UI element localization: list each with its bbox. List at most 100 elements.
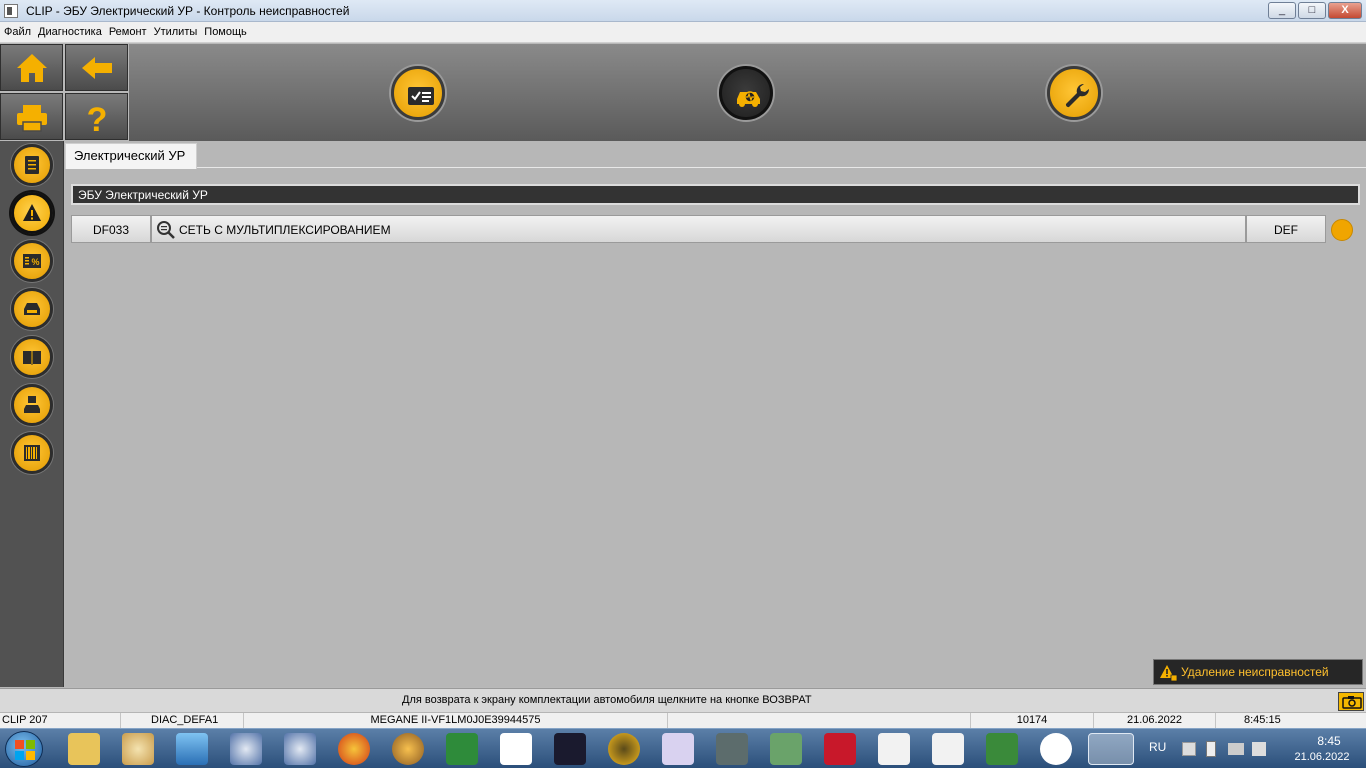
clock-time[interactable]: 8:45 (1303, 734, 1355, 748)
lightning-icon[interactable] (500, 733, 532, 765)
title-bar: CLIP - ЭБУ Электрический УР - Контроль н… (0, 0, 1366, 22)
close-button[interactable]: X (1328, 2, 1362, 19)
wrench-icon (1065, 83, 1090, 108)
svg-text:?: ? (87, 101, 108, 134)
sidebar-documentation-button[interactable] (11, 336, 53, 378)
taskbar: RU 8:45 21.06.2022 (0, 728, 1366, 768)
language-indicator[interactable]: RU (1149, 740, 1166, 754)
sidebar-save-vehicle-button[interactable] (11, 384, 53, 426)
checklist-button[interactable] (391, 66, 445, 120)
diagnostic-tool-icon[interactable] (230, 733, 262, 765)
no-entry-icon[interactable] (338, 733, 370, 765)
clear-faults-button[interactable]: Удаление неисправностей (1153, 659, 1363, 685)
help-button[interactable]: ? (65, 93, 128, 140)
sidebar: % (0, 141, 64, 687)
paint-icon[interactable] (122, 733, 154, 765)
status-time: 8:45:15 (1244, 714, 1281, 726)
mitsubishi-icon-2[interactable] (932, 733, 964, 765)
signal-icon[interactable] (1228, 743, 1244, 755)
arrow-left-icon (82, 57, 112, 79)
file-explorer-icon[interactable] (68, 733, 100, 765)
sidebar-faults-button[interactable] (11, 192, 53, 234)
fault-description-cell: СЕТЬ С МУЛЬТИПЛЕКСИРОВАНИЕМ (151, 215, 1246, 243)
tab-strip: Электрический УР (65, 141, 1366, 169)
status-empty (668, 713, 971, 729)
warning-icon (23, 204, 41, 221)
mut-iii-icon[interactable] (824, 733, 856, 765)
volume-icon[interactable] (1252, 742, 1266, 756)
system-tray: RU 8:45 21.06.2022 (1140, 729, 1366, 768)
percent-list-icon: % (23, 254, 41, 268)
ecu-header: ЭБУ Электрический УР (71, 184, 1360, 205)
car-diagnostic-icon (737, 91, 760, 107)
home-icon (17, 54, 47, 82)
app-icon (4, 4, 18, 18)
windows-logo-icon (15, 740, 35, 760)
window-title: CLIP - ЭБУ Электрический УР - Контроль н… (26, 4, 350, 18)
print-button[interactable] (0, 93, 63, 140)
sidebar-parameters-button[interactable]: % (11, 240, 53, 282)
magnifier-icon[interactable] (156, 220, 176, 240)
app-icon[interactable] (392, 733, 424, 765)
fault-status-indicator (1331, 219, 1353, 241)
gauge-icon[interactable] (608, 733, 640, 765)
minimize-button[interactable]: _ (1268, 2, 1296, 19)
fault-state: DEF (1246, 215, 1326, 243)
clock-date[interactable]: 21.06.2022 (1287, 751, 1357, 763)
fault-description: СЕТЬ С МУЛЬТИПЛЕКСИРОВАНИЕМ (179, 223, 391, 237)
instruction-message: Для возврата к экрану комплектации автом… (402, 694, 812, 706)
maximize-button[interactable]: □ (1298, 2, 1326, 19)
book-icon (23, 351, 41, 365)
back-button[interactable] (65, 44, 128, 91)
menu-diagnostics[interactable]: Диагностика (34, 22, 105, 38)
clip-icon[interactable] (1088, 733, 1134, 765)
hex-vag-icon[interactable] (662, 733, 694, 765)
vehicle-diagnostic-button[interactable] (719, 66, 773, 120)
status-diag: DIAC_DEFA1 (121, 713, 244, 729)
svg-text:%: % (31, 257, 39, 267)
fault-row[interactable]: DF033 СЕТЬ С МУЛЬТИПЛЕКСИРОВАНИЕМ DEF (71, 215, 1326, 243)
camera-icon (1342, 696, 1362, 709)
tab-electric-steering[interactable]: Электрический УР (65, 143, 197, 169)
status-date: 21.06.2022 (1094, 713, 1216, 729)
network-icon[interactable] (1182, 742, 1196, 756)
warning-erase-icon (1160, 665, 1178, 682)
monitor-icon[interactable] (176, 733, 208, 765)
car-save-icon (24, 396, 40, 413)
document-icon (25, 156, 39, 174)
circuit-board-icon[interactable] (986, 733, 1018, 765)
diagnostic-tool-icon-2[interactable] (284, 733, 316, 765)
sidebar-barcode-button[interactable] (11, 432, 53, 474)
status-bar: CLIP 207 DIAC_DEFA1 MEGANE II-VF1LM0J0E3… (0, 712, 1366, 729)
menu-utilities[interactable]: Утилиты (150, 22, 201, 38)
menu-file[interactable]: Файл (0, 22, 34, 38)
message-bar: Для возврата к экрану комплектации автом… (0, 688, 1366, 712)
main-content: Электрический УР ЭБУ Электрический УР DF… (65, 141, 1366, 687)
yandex-browser-icon[interactable] (1040, 733, 1072, 765)
chip-programmer-icon[interactable] (716, 733, 748, 765)
menu-bar: Файл Диагностика Ремонт Утилиты Помощь (0, 22, 1366, 43)
status-device: CLIP 207 (0, 713, 121, 729)
car-dashboard-icon (24, 303, 40, 315)
screenshot-button[interactable] (1338, 692, 1364, 711)
speed-limit-icon[interactable] (446, 733, 478, 765)
status-vehicle: MEGANE II-VF1LM0J0E39944575 (244, 713, 668, 729)
toolbar (129, 44, 1366, 141)
home-button[interactable] (0, 44, 63, 91)
repair-button[interactable] (1047, 66, 1101, 120)
start-button[interactable] (5, 731, 43, 767)
menu-help[interactable]: Помощь (200, 22, 250, 38)
mitsubishi-icon[interactable] (878, 733, 910, 765)
chip-icon[interactable] (770, 733, 802, 765)
fault-code: DF033 (71, 215, 151, 243)
menu-repair[interactable]: Ремонт (105, 22, 150, 38)
clear-faults-label: Удаление неисправностей (1181, 665, 1329, 679)
k-logo-icon[interactable] (554, 733, 586, 765)
sidebar-report-button[interactable] (11, 144, 53, 186)
checklist-icon (408, 87, 434, 105)
battery-icon[interactable] (1206, 741, 1216, 757)
printer-icon (17, 105, 47, 132)
status-counter: 10174 (971, 713, 1094, 729)
barcode-icon (24, 445, 40, 461)
sidebar-status-button[interactable] (11, 288, 53, 330)
